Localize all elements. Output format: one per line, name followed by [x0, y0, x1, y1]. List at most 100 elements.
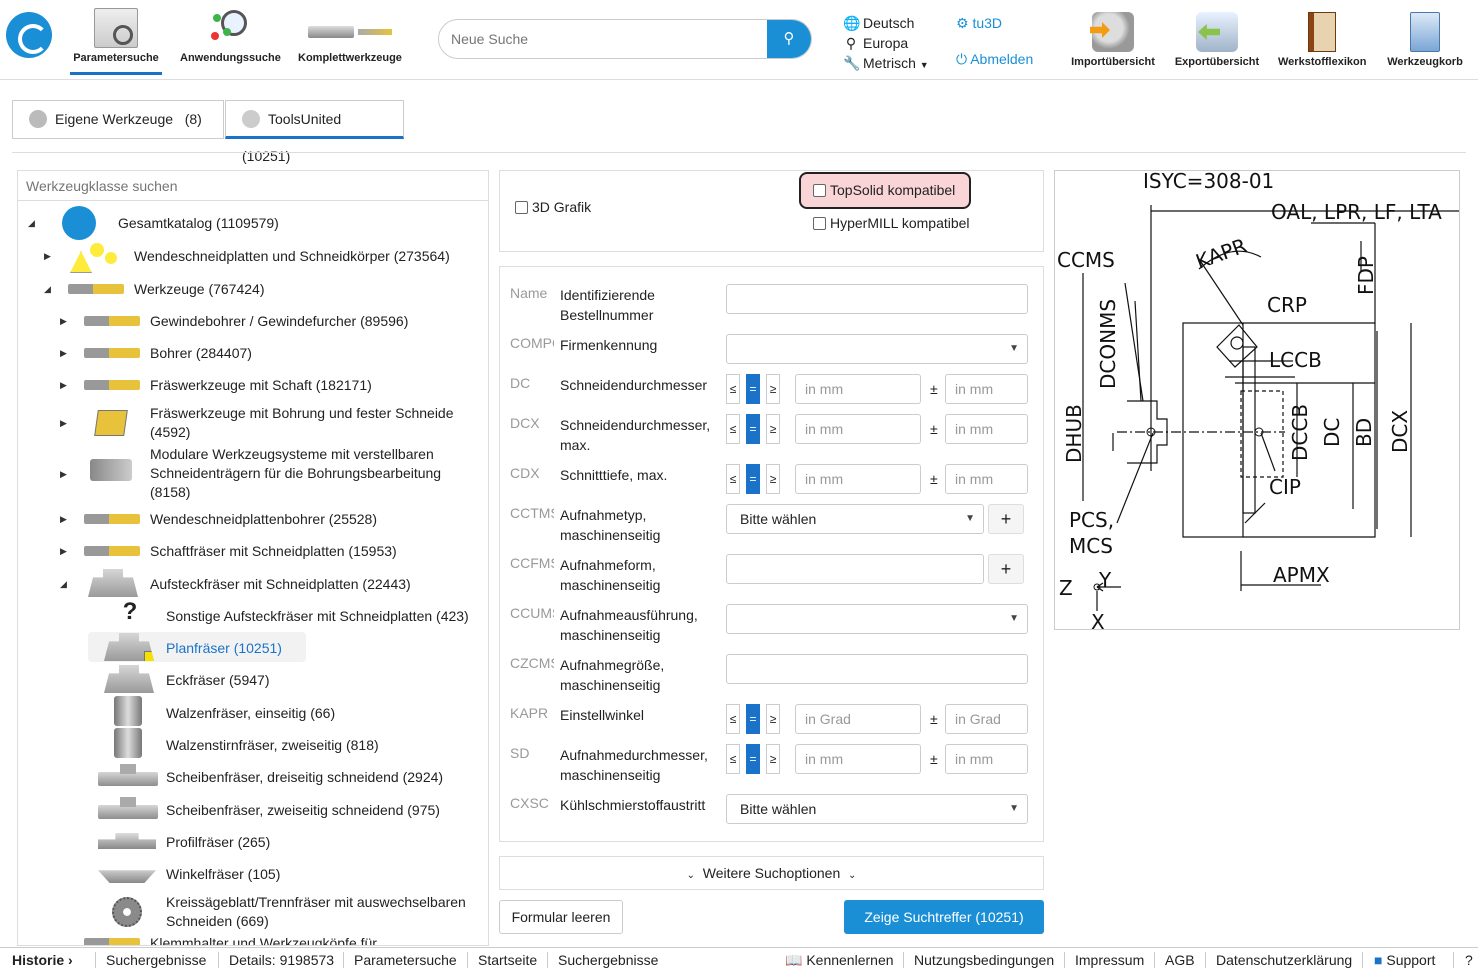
- compare-le-button[interactable]: ≤: [726, 704, 740, 734]
- cxsc-select[interactable]: Bitte wählen ▼: [726, 794, 1028, 824]
- tree-item-label: (8158): [150, 484, 191, 500]
- compare-le-button[interactable]: ≤: [726, 414, 740, 444]
- nav-label: Anwendungssuche: [180, 52, 281, 64]
- param-code: CDX: [510, 465, 540, 481]
- expand-icon[interactable]: ▶: [44, 247, 54, 266]
- nav-parametersuche[interactable]: Parametersuche: [70, 8, 162, 75]
- side-mill-icon: [98, 797, 158, 819]
- add-cctms-button[interactable]: +: [988, 504, 1024, 534]
- dc-value-input[interactable]: in mm: [795, 374, 921, 404]
- dcx-tolerance-input[interactable]: in mm: [945, 414, 1028, 444]
- more-options-toggle[interactable]: ⌄ Weitere Suchoptionen ⌄: [499, 856, 1044, 890]
- checkbox[interactable]: [813, 217, 826, 230]
- terms-link[interactable]: Nutzungsbedingungen: [914, 948, 1054, 972]
- cctms-select[interactable]: Bitte wählen ▼: [726, 504, 984, 534]
- nav-anwendungssuche[interactable]: Anwendungssuche: [180, 8, 281, 64]
- compare-le-button[interactable]: ≤: [726, 374, 740, 404]
- compare-eq-button[interactable]: =: [746, 464, 760, 494]
- collapse-icon[interactable]: ◢: [28, 214, 38, 233]
- nav-label: Parametersuche: [73, 52, 159, 64]
- sd-value-input[interactable]: in mm: [795, 744, 921, 774]
- compare-eq-button[interactable]: =: [746, 374, 760, 404]
- export-overview-button[interactable]: Exportübersicht: [1174, 12, 1260, 68]
- logout-link[interactable]: ⏻ Abmelden: [956, 49, 1033, 69]
- compare-le-button[interactable]: ≤: [726, 464, 740, 494]
- clear-form-button[interactable]: Formular leeren: [499, 900, 623, 934]
- tree-item-label: Schaftfräser mit Schneidplatten (15953): [150, 543, 397, 559]
- collapse-icon[interactable]: ◢: [60, 575, 70, 594]
- add-ccfms-button[interactable]: +: [988, 554, 1024, 584]
- language-select[interactable]: 🌐 Deutsch: [843, 13, 929, 33]
- kapr-value-input[interactable]: in Grad: [795, 704, 921, 734]
- history-crumb[interactable]: Startseite: [478, 948, 537, 972]
- history-crumb[interactable]: Suchergebnisse: [558, 948, 658, 972]
- czcms-input[interactable]: [726, 654, 1028, 684]
- compare-le-button[interactable]: ≤: [726, 744, 740, 774]
- cdx-value-input[interactable]: in mm: [795, 464, 921, 494]
- expand-icon[interactable]: ▶: [60, 542, 70, 561]
- kapr-tolerance-input[interactable]: in Grad: [945, 704, 1028, 734]
- tree-search-input[interactable]: [18, 171, 488, 200]
- grafik-3d-checkbox[interactable]: 3D Grafik: [515, 199, 591, 215]
- tool-label: Werkstofflexikon: [1278, 56, 1367, 68]
- axis-y: Y: [1098, 568, 1112, 592]
- search-button[interactable]: ⚲: [767, 20, 811, 58]
- name-input[interactable]: [726, 284, 1028, 314]
- compare-ge-button[interactable]: ≥: [766, 704, 780, 734]
- compare-ge-button[interactable]: ≥: [766, 464, 780, 494]
- checkbox[interactable]: [813, 184, 826, 197]
- help-link[interactable]: ?: [1465, 948, 1473, 972]
- assembly-tool-icon: [304, 8, 394, 48]
- show-results-button[interactable]: Zeige Suchtreffer (10251): [844, 900, 1044, 934]
- collapse-icon[interactable]: ◢: [44, 280, 54, 299]
- topsolid-checkbox[interactable]: TopSolid kompatibel: [799, 172, 971, 209]
- profile-mill-icon: [98, 833, 156, 849]
- dc-tolerance-input[interactable]: in mm: [945, 374, 1028, 404]
- units-select[interactable]: 🔧 Metrisch ▼: [843, 53, 929, 75]
- tab-eigene-werkzeuge[interactable]: Eigene Werkzeuge (8): [12, 100, 224, 139]
- region-select[interactable]: ⚲ Europa: [843, 33, 929, 53]
- question-mark-icon: ?: [122, 598, 138, 625]
- history-crumb[interactable]: Suchergebnisse: [106, 948, 206, 972]
- imprint-link[interactable]: Impressum: [1075, 948, 1144, 972]
- agb-link[interactable]: AGB: [1165, 948, 1195, 972]
- expand-icon[interactable]: ▶: [60, 414, 70, 433]
- import-overview-button[interactable]: Importübersicht: [1070, 12, 1156, 68]
- sd-tolerance-input[interactable]: in mm: [945, 744, 1028, 774]
- expand-icon[interactable]: ▶: [60, 510, 70, 529]
- expand-icon[interactable]: ▶: [60, 344, 70, 363]
- compare-eq-button[interactable]: =: [746, 414, 760, 444]
- compare-ge-button[interactable]: ≥: [766, 744, 780, 774]
- hypermill-checkbox[interactable]: HyperMILL kompatibel: [813, 215, 970, 231]
- compare-ge-button[interactable]: ≥: [766, 374, 780, 404]
- divider: [1154, 952, 1155, 968]
- compare-eq-button[interactable]: =: [746, 744, 760, 774]
- support-link[interactable]: ■ Support: [1374, 948, 1435, 972]
- toolsunited-logo[interactable]: [6, 12, 52, 58]
- company-select[interactable]: ▼: [726, 334, 1028, 364]
- compare-eq-button[interactable]: =: [746, 704, 760, 734]
- tree-item-label: Werkzeuge (767424): [134, 281, 265, 297]
- expand-icon[interactable]: ▶: [60, 376, 70, 395]
- tap-icon: [84, 316, 140, 326]
- material-lexicon-button[interactable]: Werkstofflexikon: [1278, 12, 1366, 68]
- tab-toolsunited[interactable]: ToolsUnited (10251): [225, 100, 404, 164]
- language-label: Deutsch: [863, 15, 915, 31]
- privacy-link[interactable]: Datenschutzerklärung: [1216, 948, 1352, 972]
- compare-ge-button[interactable]: ≥: [766, 414, 780, 444]
- dcx-value-input[interactable]: in mm: [795, 414, 921, 444]
- nav-komplettwerkzeuge[interactable]: Komplettwerkzeuge: [298, 8, 402, 64]
- kennenlernen-link[interactable]: 📖 Kennenlernen: [785, 948, 894, 972]
- history-button[interactable]: Historie ›: [12, 948, 73, 972]
- ccfms-input[interactable]: [726, 554, 984, 584]
- cdx-tolerance-input[interactable]: in mm: [945, 464, 1028, 494]
- user-settings-link[interactable]: ⚙ tu3D: [956, 13, 1033, 33]
- checkbox[interactable]: [515, 201, 528, 214]
- tool-basket-button[interactable]: Werkzeugkorb: [1386, 12, 1464, 68]
- ccums-select[interactable]: ▼: [726, 604, 1028, 634]
- expand-icon[interactable]: ▶: [60, 465, 70, 484]
- history-crumb[interactable]: Parametersuche: [354, 948, 457, 972]
- search-input[interactable]: [439, 20, 769, 58]
- history-crumb[interactable]: Details: 9198573: [229, 948, 334, 972]
- expand-icon[interactable]: ▶: [60, 312, 70, 331]
